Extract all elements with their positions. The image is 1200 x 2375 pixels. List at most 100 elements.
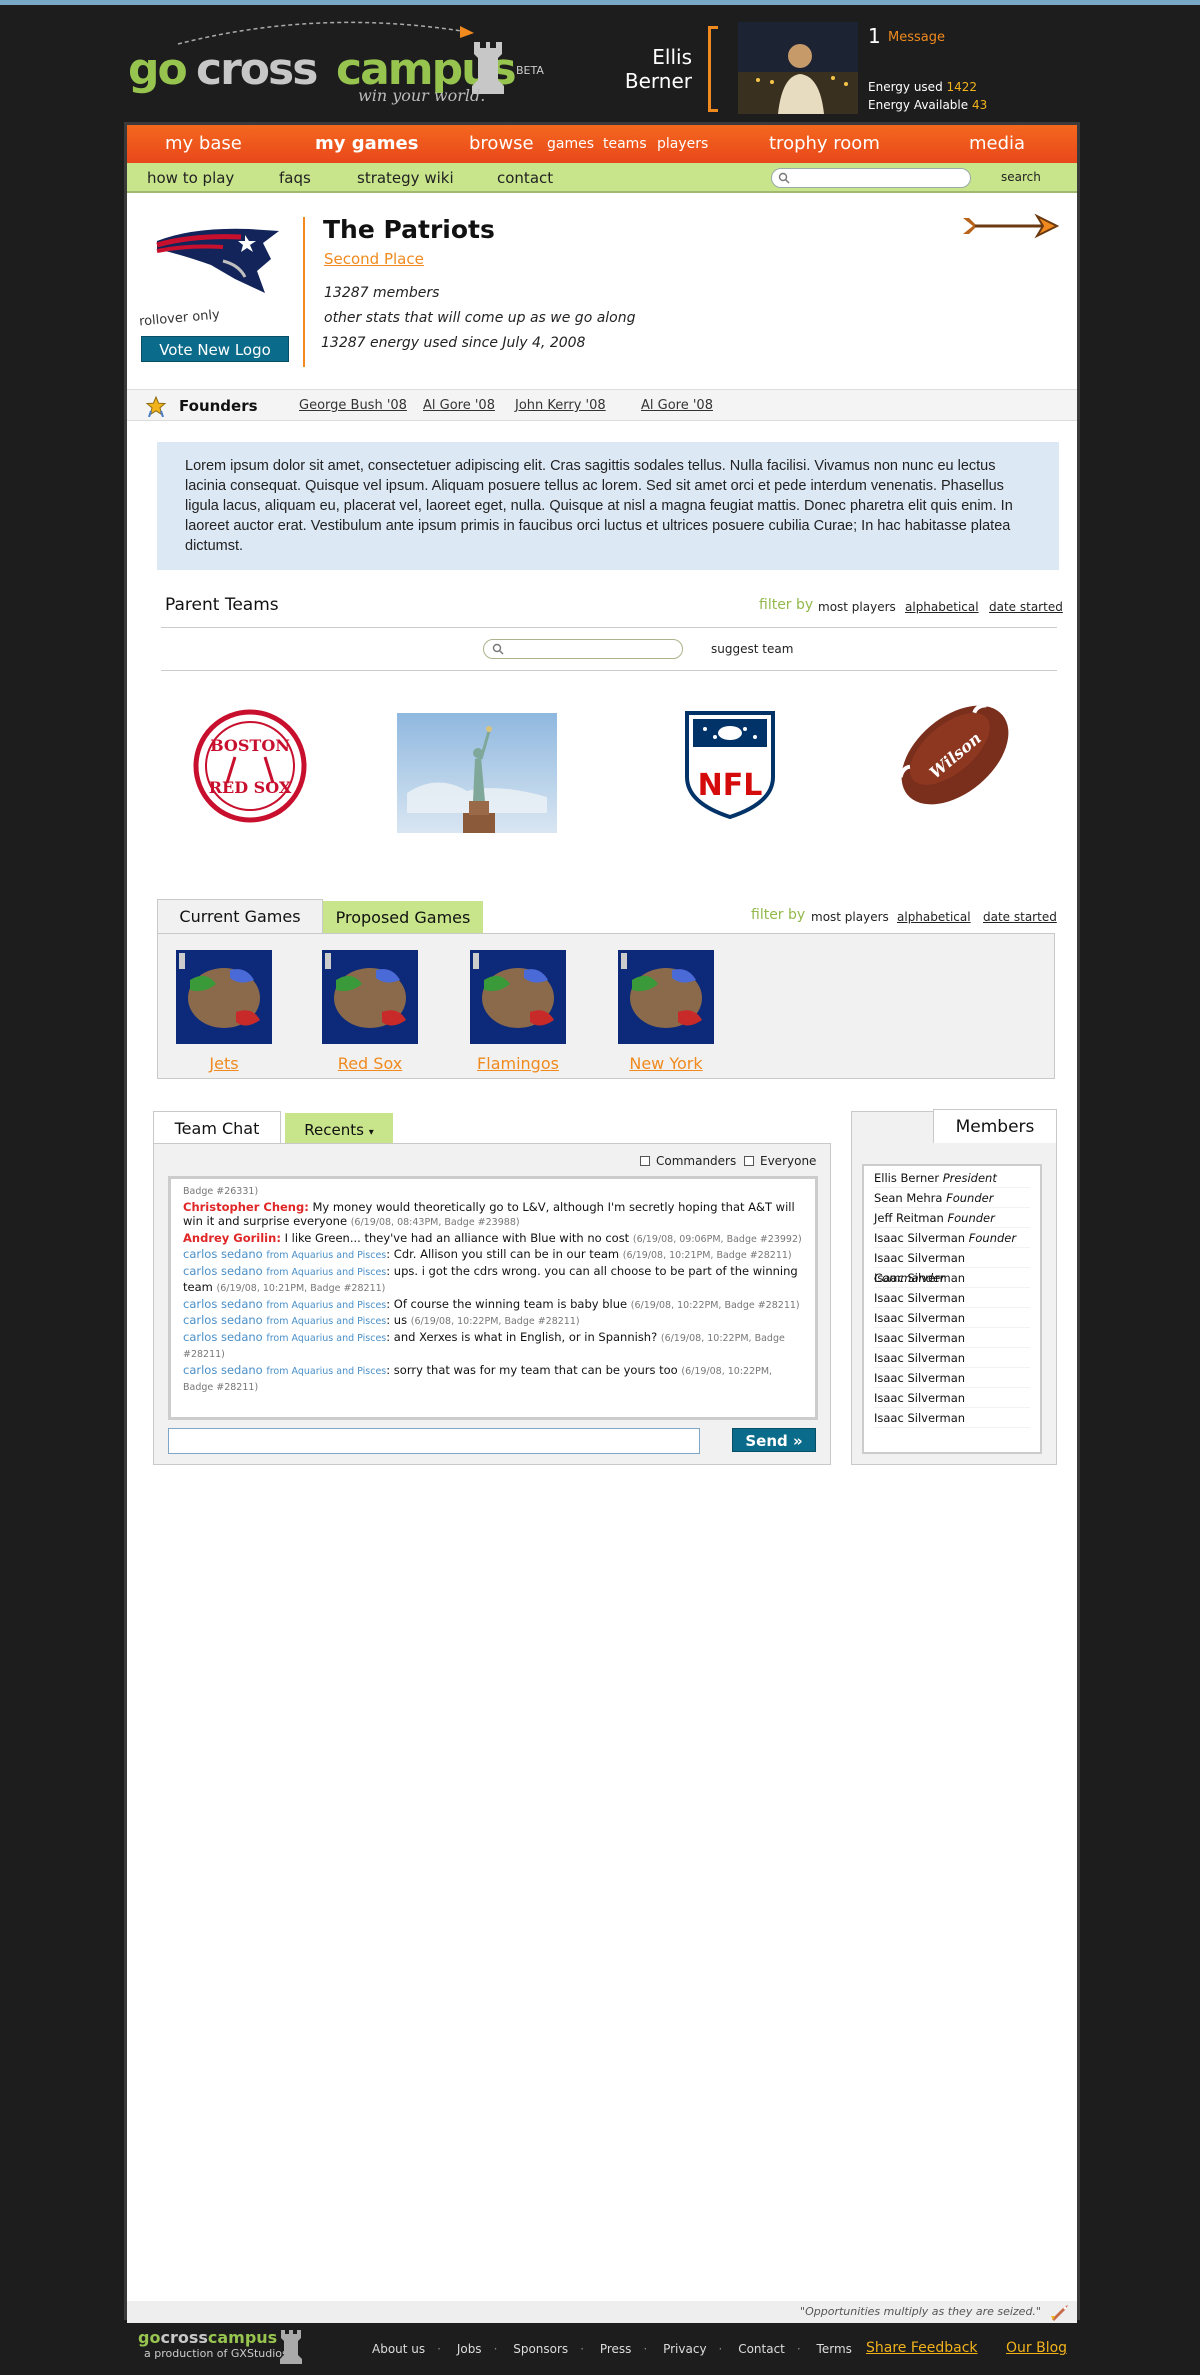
- team-place-link[interactable]: Second Place: [324, 250, 424, 268]
- founder-link[interactable]: George Bush '08: [299, 398, 407, 413]
- game-name[interactable]: Flamingos: [470, 1054, 566, 1073]
- member-item[interactable]: Ellis Berner President: [874, 1168, 1030, 1188]
- arrow-icon[interactable]: [959, 213, 1059, 239]
- commanders-checkbox[interactable]: Commanders: [640, 1154, 736, 1168]
- chat-user[interactable]: carlos sedano: [183, 1264, 263, 1278]
- chat-text: I like Green... they've had an alliance …: [284, 1230, 630, 1245]
- nav-games[interactable]: games: [547, 136, 594, 152]
- member-item[interactable]: Isaac Silverman: [874, 1328, 1030, 1348]
- message-count: 1: [868, 24, 881, 48]
- tab-current-games[interactable]: Current Games: [157, 899, 323, 933]
- message-link[interactable]: Message: [888, 30, 945, 45]
- founder-link[interactable]: Al Gore '08: [641, 398, 713, 413]
- filter-alphabetical[interactable]: alphabetical: [897, 910, 971, 924]
- member-item[interactable]: Isaac Silverman: [874, 1388, 1030, 1408]
- suggest-team-link[interactable]: suggest team: [711, 642, 793, 656]
- filter-alphabetical[interactable]: alphabetical: [905, 600, 979, 614]
- parent-team-search[interactable]: [483, 639, 683, 659]
- footer-logo[interactable]: gocrosscampus a production of GXStudios: [138, 2328, 288, 2360]
- statue-of-liberty-photo-icon[interactable]: [397, 713, 557, 833]
- user-name[interactable]: Ellis Berner: [600, 45, 692, 93]
- nav-players[interactable]: players: [657, 136, 708, 152]
- chat-message: Badge #26331): [183, 1183, 803, 1200]
- member-item[interactable]: Isaac Silverman: [874, 1368, 1030, 1388]
- member-item[interactable]: Isaac Silverman Commander: [874, 1248, 1030, 1285]
- avatar[interactable]: [738, 22, 858, 114]
- tab-proposed-games[interactable]: Proposed Games: [323, 901, 483, 935]
- divider: [161, 627, 1057, 628]
- footer-link-privacy[interactable]: Privacy: [663, 2342, 706, 2356]
- game-name[interactable]: Jets: [176, 1054, 272, 1073]
- footer-link-sponsors[interactable]: Sponsors: [513, 2342, 568, 2356]
- nav-trophy-room[interactable]: trophy room: [769, 133, 880, 154]
- game-card[interactable]: Flamingos: [470, 950, 566, 1073]
- filter-most-players[interactable]: most players: [811, 910, 889, 924]
- chat-user[interactable]: carlos sedano: [183, 1247, 263, 1261]
- member-item[interactable]: Isaac Silverman: [874, 1408, 1030, 1428]
- tab-team-chat[interactable]: Team Chat: [153, 1111, 281, 1145]
- game-card[interactable]: New York: [618, 950, 714, 1073]
- filter-most-players[interactable]: most players: [818, 600, 896, 614]
- chat-user[interactable]: carlos sedano: [183, 1313, 263, 1327]
- chat-user[interactable]: Andrey Gorilin: [183, 1231, 276, 1245]
- chat-log[interactable]: Badge #26331) Christopher Cheng: My mone…: [168, 1176, 818, 1420]
- nav-faqs[interactable]: faqs: [279, 169, 311, 187]
- footer-link-terms[interactable]: Terms: [817, 2342, 852, 2356]
- nav-how-to-play[interactable]: how to play: [147, 169, 234, 187]
- footer-link-press[interactable]: Press: [600, 2342, 632, 2356]
- members-list[interactable]: Ellis Berner President Sean Mehra Founde…: [862, 1164, 1042, 1454]
- member-item[interactable]: Jeff Reitman Founder: [874, 1208, 1030, 1228]
- nav-teams[interactable]: teams: [603, 136, 647, 152]
- nav-my-base[interactable]: my base: [165, 133, 242, 154]
- nav-media[interactable]: media: [969, 133, 1025, 154]
- filter-date-started[interactable]: date started: [983, 910, 1057, 924]
- tab-members[interactable]: Members: [933, 1109, 1057, 1143]
- chat-user[interactable]: Christopher Cheng: [183, 1200, 304, 1214]
- football-photo-icon[interactable]: Wilson: [893, 691, 1017, 819]
- member-item[interactable]: Isaac Silverman: [874, 1348, 1030, 1368]
- user-last-name: Berner: [624, 69, 692, 93]
- nav-strategy-wiki[interactable]: strategy wiki: [357, 169, 454, 187]
- chat-user[interactable]: carlos sedano: [183, 1363, 263, 1377]
- game-card[interactable]: Jets: [176, 950, 272, 1073]
- divider: [161, 670, 1057, 671]
- nav-my-games[interactable]: my games: [315, 133, 418, 154]
- chat-text: Cdr. Allison you still can be in our tea…: [393, 1247, 620, 1261]
- chat-user[interactable]: carlos sedano: [183, 1330, 263, 1344]
- tab-recents[interactable]: Recents ▾: [285, 1113, 393, 1147]
- everyone-checkbox[interactable]: Everyone: [744, 1154, 816, 1168]
- main-panel: my base my games browse games teams play…: [124, 122, 1080, 2323]
- footer-link-about[interactable]: About us: [372, 2342, 425, 2356]
- filter-date-started[interactable]: date started: [989, 600, 1063, 614]
- member-item[interactable]: Isaac Silverman Founder: [874, 1228, 1030, 1248]
- patriots-logo-icon[interactable]: [153, 221, 283, 301]
- chat-user[interactable]: carlos sedano: [183, 1297, 263, 1311]
- site-logo[interactable]: go cross campus win your world. BETA: [128, 16, 558, 106]
- vote-new-logo-button[interactable]: Vote New Logo: [141, 336, 289, 362]
- search-input[interactable]: [794, 173, 964, 187]
- member-item[interactable]: Isaac Silverman: [874, 1308, 1030, 1328]
- chat-message: carlos sedano from Aquarius and Pisces: …: [183, 1362, 773, 1394]
- send-button[interactable]: Send »: [732, 1428, 816, 1452]
- member-item[interactable]: Isaac Silverman: [874, 1288, 1030, 1308]
- game-name[interactable]: New York: [618, 1054, 714, 1073]
- our-blog-link[interactable]: Our Blog: [1006, 2340, 1067, 2356]
- game-name[interactable]: Red Sox: [322, 1054, 418, 1073]
- member-name: Isaac Silverman: [874, 1271, 966, 1285]
- footer-link-contact[interactable]: Contact: [738, 2342, 785, 2356]
- footer-link-jobs[interactable]: Jobs: [457, 2342, 482, 2356]
- nfl-logo-icon[interactable]: NFL: [683, 707, 777, 821]
- nav-browse[interactable]: browse: [469, 133, 534, 154]
- nav-contact[interactable]: contact: [497, 169, 553, 187]
- founder-link[interactable]: Al Gore '08: [423, 398, 495, 413]
- member-item[interactable]: Sean Mehra Founder: [874, 1188, 1030, 1208]
- site-search[interactable]: [771, 168, 971, 188]
- game-card[interactable]: Red Sox: [322, 950, 418, 1073]
- founder-link[interactable]: John Kerry '08: [515, 398, 606, 413]
- red-sox-logo-icon[interactable]: BOSTON RED SOX: [193, 709, 307, 823]
- member-item[interactable]: Isaac Silverman: [874, 1268, 1030, 1288]
- share-feedback-link[interactable]: Share Feedback: [866, 2340, 978, 2356]
- chat-input[interactable]: [168, 1428, 700, 1454]
- search-button[interactable]: search: [1001, 170, 1041, 184]
- chat-message: carlos sedano from Aquarius and Pisces: …: [183, 1296, 800, 1311]
